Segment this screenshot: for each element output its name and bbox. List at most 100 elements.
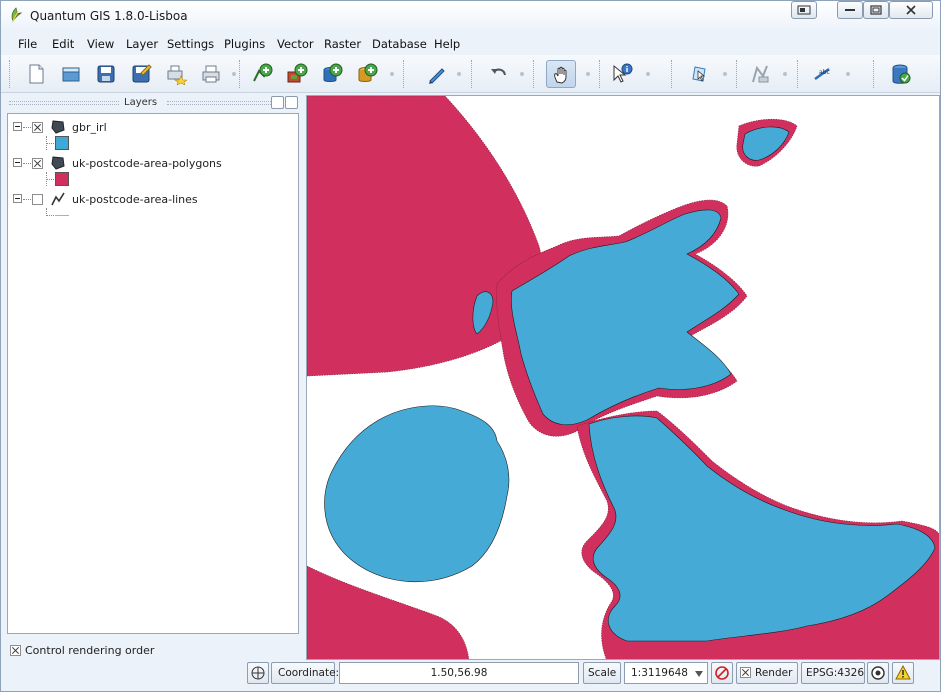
toolbar-grip[interactable] <box>9 60 12 88</box>
tree-connector <box>46 179 54 180</box>
main-toolbar: abc <box>1 55 940 93</box>
toggle-extents-icon[interactable] <box>247 662 269 684</box>
toolbar-separator <box>586 72 590 76</box>
toolbar-grip[interactable] <box>533 60 536 88</box>
layer-visibility-checkbox[interactable] <box>32 194 43 205</box>
menu-edit[interactable]: Edit <box>52 37 74 51</box>
menu-vector[interactable]: Vector <box>277 37 314 51</box>
close-panel-button[interactable] <box>285 96 298 109</box>
toolbar-grip[interactable] <box>239 60 242 88</box>
toolbar-separator <box>520 72 524 76</box>
stop-render-icon[interactable] <box>711 662 733 684</box>
print-composer-manager-icon[interactable] <box>197 60 225 88</box>
layer-visibility-checkbox[interactable] <box>32 158 43 169</box>
label-tool-icon[interactable]: abc <box>809 60 837 88</box>
render-toggle[interactable]: Render <box>736 662 798 684</box>
polygon-layer-icon <box>51 120 65 134</box>
add-vector-layer-icon[interactable] <box>248 60 276 88</box>
symbol-swatch[interactable] <box>55 136 69 150</box>
svg-text:abc: abc <box>819 69 830 76</box>
undo-icon[interactable] <box>485 60 513 88</box>
coordinate-label-box[interactable]: Coordinate: <box>271 662 339 684</box>
layer-row-postcode-polygons[interactable]: uk-postcode-area-polygons <box>8 154 298 172</box>
add-raster-layer-icon[interactable] <box>283 60 311 88</box>
chevron-down-icon[interactable] <box>695 671 703 677</box>
menu-database[interactable]: Database <box>372 37 427 51</box>
tree-connector <box>23 127 31 128</box>
add-spatialite-layer-icon[interactable] <box>353 60 381 88</box>
print-composer-new-icon[interactable] <box>162 60 190 88</box>
layers-panel-header[interactable]: Layers <box>7 95 301 111</box>
collapse-toggle[interactable] <box>13 122 22 131</box>
layer-name: uk-postcode-area-polygons <box>72 157 222 170</box>
toolbar-grip[interactable] <box>403 60 406 88</box>
warning-icon[interactable] <box>892 662 914 684</box>
tree-connector <box>46 215 54 216</box>
minimize-button[interactable] <box>837 1 863 19</box>
qgis-app-icon <box>11 7 23 22</box>
add-postgis-layer-icon[interactable] <box>318 60 346 88</box>
scale-label-box: Scale <box>583 662 621 684</box>
toolbar-grip[interactable] <box>873 60 876 88</box>
database-plugin-icon[interactable] <box>887 60 915 88</box>
save-project-icon[interactable] <box>92 60 120 88</box>
layer-row-gbr-irl[interactable]: gbr_irl <box>8 118 298 136</box>
toolbar-grip[interactable] <box>797 60 800 88</box>
layers-panel: Layers gbr_irl uk-postcode-area-polygons… <box>7 95 301 635</box>
menu-file[interactable]: File <box>18 37 37 51</box>
toolbar-separator <box>232 72 236 76</box>
tree-connector <box>46 143 54 144</box>
postcode-sea-area-southwest <box>307 565 469 659</box>
toolbar-grip[interactable] <box>599 60 602 88</box>
menu-layer[interactable]: Layer <box>126 37 158 51</box>
collapse-toggle[interactable] <box>13 194 22 203</box>
symbol-swatch[interactable] <box>55 172 69 186</box>
measure-icon[interactable] <box>746 60 774 88</box>
layers-panel-title: Layers <box>124 97 158 108</box>
map-canvas[interactable] <box>306 95 940 660</box>
tree-connector <box>23 199 31 200</box>
land-orkney <box>742 126 790 161</box>
menu-help[interactable]: Help <box>434 37 460 51</box>
layer-row-postcode-lines[interactable]: uk-postcode-area-lines <box>8 190 298 208</box>
layer-visibility-checkbox[interactable] <box>32 122 43 133</box>
toolbar-grip[interactable] <box>736 60 739 88</box>
crs-status-button[interactable]: EPSG:4326 <box>801 662 865 684</box>
menu-settings[interactable]: Settings <box>167 37 214 51</box>
tree-connector <box>23 163 31 164</box>
save-as-icon[interactable] <box>127 60 155 88</box>
collapse-toggle[interactable] <box>13 158 22 167</box>
menu-plugins[interactable]: Plugins <box>224 37 265 51</box>
status-bar: Coordinate: 1.50,56.98 Scale 1:3119648 R… <box>1 662 940 690</box>
line-symbol-swatch[interactable] <box>55 215 69 216</box>
toolbar-grip[interactable] <box>671 60 674 88</box>
new-project-icon[interactable] <box>22 60 50 88</box>
float-panel-button[interactable] <box>271 96 284 109</box>
open-project-icon[interactable] <box>57 60 85 88</box>
scale-combobox[interactable]: 1:3119648 <box>624 662 708 684</box>
toggle-editing-icon[interactable] <box>423 60 451 88</box>
select-feature-icon[interactable] <box>686 60 714 88</box>
menu-raster[interactable]: Raster <box>324 37 361 51</box>
toolbar-separator <box>457 72 461 76</box>
restore-window-icon[interactable] <box>791 1 817 19</box>
layer-name: gbr_irl <box>72 121 107 134</box>
projection-settings-icon[interactable] <box>867 662 889 684</box>
control-rendering-order-checkbox[interactable] <box>10 645 21 656</box>
toolbar-separator <box>390 72 394 76</box>
polygon-layer-icon <box>51 156 65 170</box>
maximize-button[interactable] <box>863 1 889 19</box>
control-rendering-order-label: Control rendering order <box>25 644 155 657</box>
pan-hand-icon[interactable] <box>546 60 576 88</box>
identify-icon[interactable] <box>608 60 636 88</box>
menu-view[interactable]: View <box>87 37 114 51</box>
scale-value: 1:3119648 <box>631 667 688 679</box>
layers-tree[interactable]: gbr_irl uk-postcode-area-polygons uk-pos… <box>7 113 299 634</box>
coordinate-field[interactable]: 1.50,56.98 <box>339 662 579 684</box>
map-rendering <box>307 96 939 659</box>
render-checkbox[interactable] <box>740 667 751 678</box>
menu-bar: File Edit View Layer Settings Plugins Ve… <box>1 35 940 53</box>
toolbar-separator <box>783 72 787 76</box>
close-button[interactable] <box>889 1 933 19</box>
toolbar-grip[interactable] <box>471 60 474 88</box>
